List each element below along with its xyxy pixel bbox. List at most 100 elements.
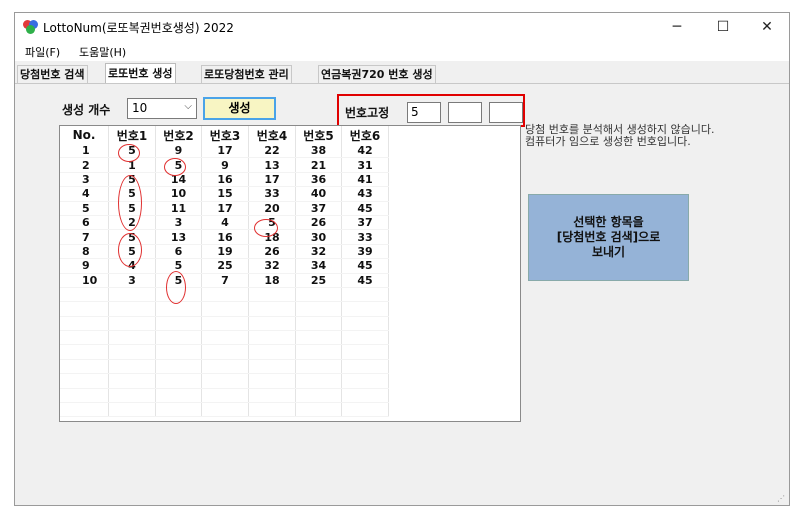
send-to-search-button[interactable]: 선택한 항목을 [당첨번호 검색]으로 보내기	[528, 194, 689, 281]
fixed-number-group: 번호고정 5	[337, 94, 525, 127]
menu-file[interactable]: 파일(F)	[25, 44, 60, 60]
column-header: 번호1	[108, 126, 156, 144]
highlight-circle	[118, 175, 142, 231]
fixed-number-input-3[interactable]	[489, 102, 523, 123]
app-window: LottoNum(로또복권번호생성) 2022 ─ ☐ ✕ 파일(F) 도움말(…	[14, 12, 790, 506]
table-cell: 6	[155, 244, 202, 260]
close-icon[interactable]: ✕	[745, 15, 789, 39]
column-header: 번호3	[201, 126, 249, 144]
tab-pension-720[interactable]: 연금복권720 번호 생성	[318, 65, 436, 83]
fixed-number-input-1[interactable]: 5	[407, 102, 441, 123]
table-cell: 3	[155, 215, 202, 231]
tab-content: 생성 개수 10 ⌵ 생성 번호고정 5 No. 번호1 번호2 번호3 번호4	[15, 83, 789, 494]
table-cell: 37	[341, 215, 389, 231]
count-value: 10	[132, 101, 148, 115]
highlight-circle	[166, 271, 186, 304]
table-cell: 45	[341, 273, 389, 288]
column-header: 번호2	[155, 126, 202, 144]
send-label-line-3: 보내기	[591, 245, 626, 259]
title-bar: LottoNum(로또복권번호생성) 2022 ─ ☐ ✕	[15, 13, 789, 41]
table-cell: 21	[295, 157, 342, 173]
table-cell: 19	[201, 244, 249, 260]
table-cell: 33	[248, 186, 296, 202]
table-cell: 34	[295, 258, 342, 274]
table-cell: 26	[248, 244, 296, 260]
app-logo-icon	[23, 20, 39, 34]
table-cell: 3	[60, 172, 109, 188]
column-header: 번호5	[295, 126, 342, 144]
column-header: No.	[60, 126, 109, 144]
count-label: 생성 개수	[62, 103, 111, 117]
table-row[interactable]: 9 4 5 25 32 34 45	[60, 258, 389, 274]
table-cell: 7	[60, 229, 109, 245]
table-cell: 30	[295, 229, 342, 245]
highlight-circle	[118, 144, 140, 162]
info-line-2: 컴퓨터가 임으로 생성한 번호입니다.	[525, 135, 691, 148]
result-table[interactable]: No. 번호1 번호2 번호3 번호4 번호5 번호6 1 5 9 17 22 38 42 …	[59, 125, 521, 422]
table-cell: 37	[295, 201, 342, 216]
table-header-row: No. 번호1 번호2 번호3 번호4 번호5 번호6	[60, 126, 389, 144]
menu-help[interactable]: 도움말(H)	[79, 44, 126, 60]
table-cell: 43	[341, 186, 389, 202]
status-bar: ⋰	[15, 493, 789, 505]
table-cell: 26	[295, 215, 342, 231]
table-cell: 39	[341, 244, 389, 260]
table-cell: 17	[248, 172, 296, 188]
fix-label: 번호고정	[345, 106, 390, 120]
table-cell: 10	[60, 273, 109, 288]
table-cell: 17	[201, 201, 249, 216]
table-cell: 41	[341, 172, 389, 188]
tab-lotto-generate[interactable]: 로또번호 생성	[105, 63, 176, 84]
table-row[interactable]: 1 5 9 17 22 38 42	[60, 144, 389, 159]
table-row[interactable]: 7 5 13 16 18 30 33	[60, 229, 389, 245]
table-cell: 6	[60, 215, 109, 231]
table-cell: 2	[60, 157, 109, 173]
table-cell: 45	[341, 258, 389, 274]
table-cell: 13	[248, 157, 296, 173]
resize-grip-icon[interactable]: ⋰	[777, 494, 785, 503]
table-row[interactable]: 3 5 14 16 17 36 41	[60, 172, 389, 188]
table-cell: 9	[60, 258, 109, 274]
send-label-line-2: [당첨번호 검색]으로	[556, 230, 661, 244]
generate-button[interactable]: 생성	[203, 97, 276, 120]
highlight-circle	[254, 219, 278, 237]
minimize-icon[interactable]: ─	[655, 15, 699, 39]
table-cell: 1	[60, 144, 109, 159]
table-cell: 3	[108, 273, 156, 288]
table-cell: 5	[60, 201, 109, 216]
highlight-circle	[118, 233, 142, 267]
tab-winning-search[interactable]: 당첨번호 검색	[17, 65, 88, 83]
table-row[interactable]: 2 1 5 9 13 21 31	[60, 157, 389, 173]
table-cell: 15	[201, 186, 249, 202]
table-row[interactable]: 4 5 10 15 33 40 43	[60, 186, 389, 202]
count-select[interactable]: 10 ⌵	[127, 98, 197, 119]
maximize-icon[interactable]: ☐	[701, 15, 745, 39]
table-cell: 22	[248, 144, 296, 159]
table-cell: 13	[155, 229, 202, 245]
table-cell: 36	[295, 172, 342, 188]
table-cell: 16	[201, 229, 249, 245]
table-cell: 9	[201, 157, 249, 173]
table-cell: 8	[60, 244, 109, 260]
table-cell: 25	[201, 258, 249, 274]
tab-lotto-manage[interactable]: 로또당첨번호 관리	[201, 65, 292, 83]
table-cell: 4	[201, 215, 249, 231]
table-cell: 40	[295, 186, 342, 202]
table-row[interactable]: 10 3 5 7 18 25 45	[60, 273, 389, 288]
table-cell: 33	[341, 229, 389, 245]
fixed-number-input-2[interactable]	[448, 102, 482, 123]
table-cell: 7	[201, 273, 249, 288]
table-row[interactable]: 8 5 6 19 26 32 39	[60, 244, 389, 260]
table-cell: 42	[341, 144, 389, 159]
table-row[interactable]: 6 2 3 4 5 26 37	[60, 215, 389, 231]
table-row[interactable]: 5 5 11 17 20 37 45	[60, 201, 389, 216]
column-header: 번호4	[248, 126, 296, 144]
table-cell: 18	[248, 273, 296, 288]
table-cell: 45	[341, 201, 389, 216]
table-cell: 16	[201, 172, 249, 188]
table-cell: 32	[248, 258, 296, 274]
highlight-circle	[164, 158, 186, 176]
window-title: LottoNum(로또복권번호생성) 2022	[43, 21, 234, 35]
table-cell: 10	[155, 186, 202, 202]
table-cell: 20	[248, 201, 296, 216]
